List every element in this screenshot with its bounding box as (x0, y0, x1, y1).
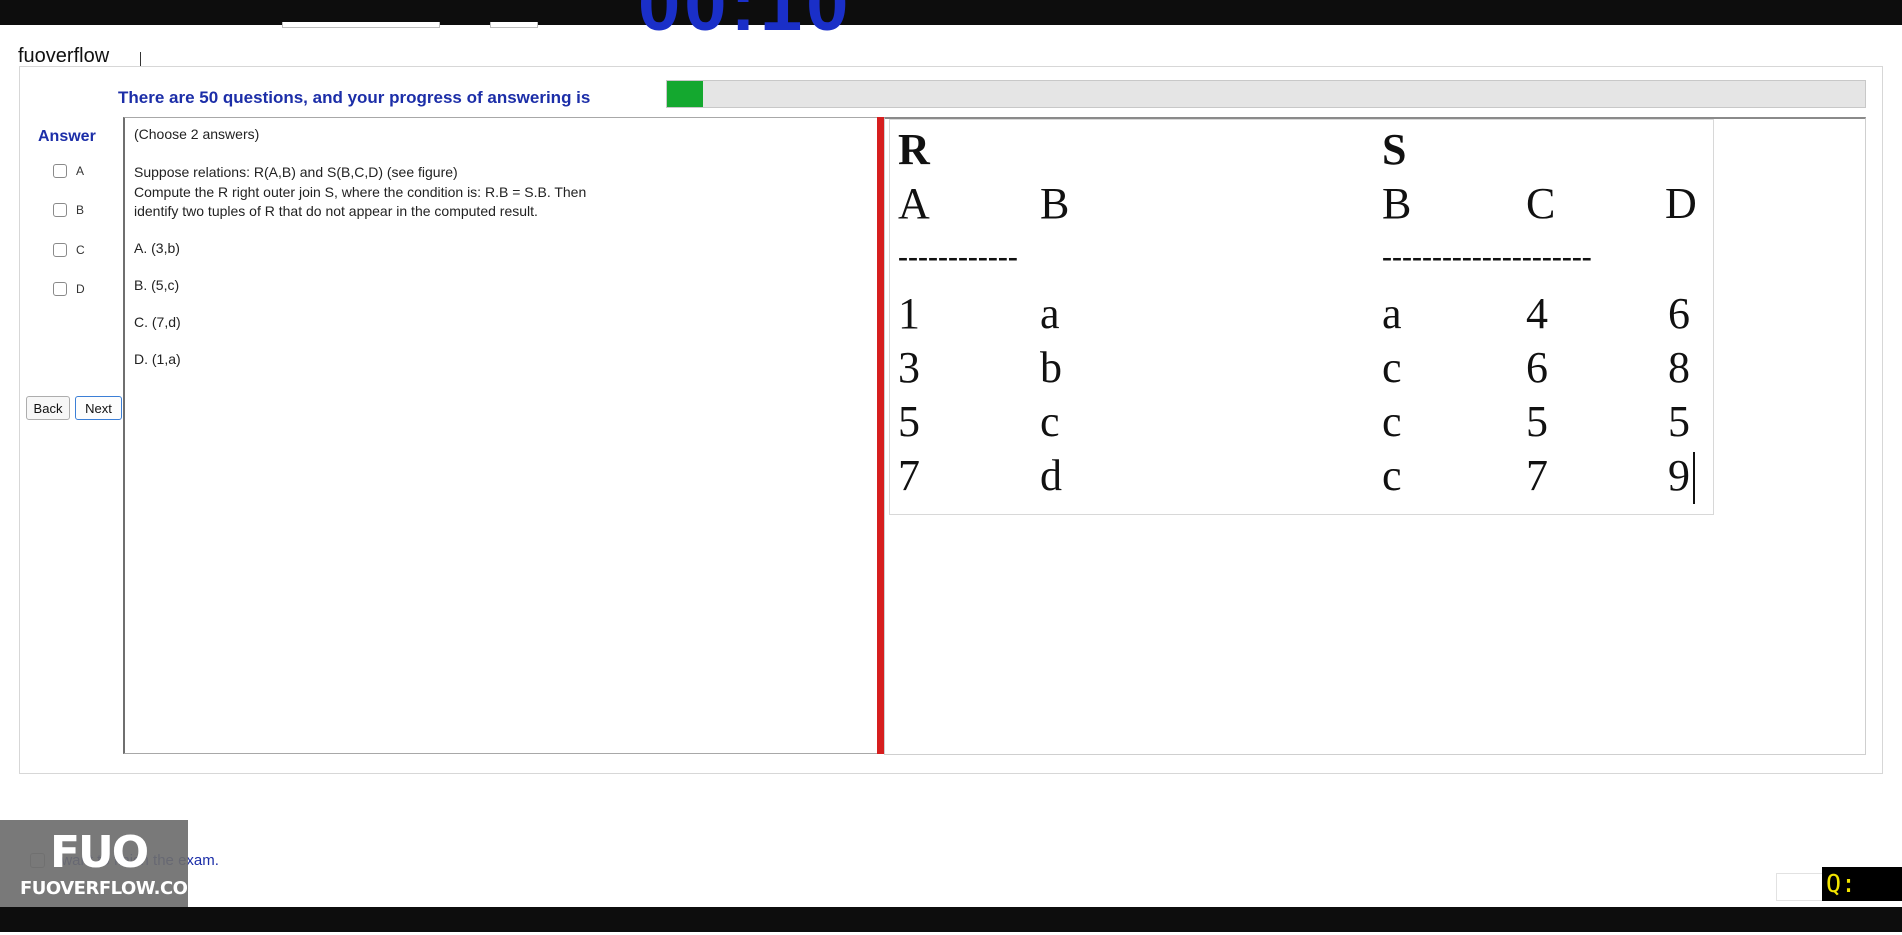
figure-cell: 7 (1526, 451, 1548, 500)
checkbox-d[interactable] (53, 282, 67, 296)
answer-heading: Answer (38, 128, 96, 145)
checkbox-b[interactable] (53, 203, 67, 217)
answer-option-label: C (76, 243, 85, 257)
answer-option-a[interactable]: A (53, 162, 84, 180)
figure-s-title: S (1382, 125, 1407, 174)
question-instruction: (Choose 2 answers) (134, 126, 260, 142)
answer-option-c[interactable]: C (53, 241, 85, 259)
figure-cell: 5 (1526, 397, 1548, 446)
question-text-line: Compute the R right outer join S, where … (134, 184, 587, 200)
figure-cell: d (1040, 451, 1062, 500)
checkbox-c[interactable] (53, 243, 67, 257)
figure-header: D (1665, 179, 1697, 228)
answer-option-label: B (76, 203, 85, 217)
figure-cell: 9 (1668, 451, 1690, 500)
relations-figure (889, 119, 1714, 515)
figure-cell: c (1382, 343, 1402, 392)
figure-header: B (1382, 179, 1412, 228)
figure-cell: 1 (898, 289, 920, 338)
figure-cell: 3 (898, 343, 920, 392)
figure-r-title: R (898, 125, 930, 174)
top-control-stub[interactable] (490, 22, 538, 28)
watermark-logo: FUO FUOVERFLOW.COM (0, 820, 205, 908)
progress-bar (666, 80, 1866, 108)
figure-cell: 5 (898, 397, 920, 446)
figure-cell: c (1382, 397, 1402, 446)
bottom-black-bar (0, 907, 1902, 932)
logo-mark: FUO (50, 827, 149, 878)
answer-option-label: A (76, 164, 85, 178)
question-choice-b: B. (5,c) (134, 277, 180, 293)
figure-header: A (898, 179, 930, 228)
back-button[interactable]: Back (26, 396, 70, 420)
answer-option-b[interactable]: B (53, 201, 84, 219)
username-label: fuoverflow (18, 45, 110, 67)
answer-option-label: D (76, 282, 85, 296)
question-counter: Q: 25 (1822, 867, 1902, 932)
figure-cell: 4 (1526, 289, 1548, 338)
question-choice-c: C. (7,d) (134, 314, 181, 330)
progress-label: There are 50 questions, and your progres… (118, 88, 591, 107)
exam-timer: 00:10 (638, 0, 852, 40)
figure-cell: a (1040, 289, 1060, 338)
figure-cell: c (1382, 451, 1402, 500)
question-text-line: Suppose relations: R(A,B) and S(B,C,D) (… (134, 164, 458, 180)
answer-option-d[interactable]: D (53, 280, 85, 298)
question-counter-box (1776, 873, 1824, 901)
figure-header: C (1526, 179, 1556, 228)
figure-cell: a (1382, 289, 1402, 338)
pane-splitter[interactable] (877, 117, 884, 754)
top-dropdown-stub[interactable] (282, 22, 440, 28)
figure-text-cursor (1693, 452, 1695, 504)
question-text-line: identify two tuples of R that do not app… (134, 203, 538, 219)
checkbox-a[interactable] (53, 164, 67, 178)
logo-text: FUOVERFLOW.COM (20, 878, 205, 899)
figure-cell: 7 (898, 451, 920, 500)
progress-fill (667, 81, 703, 107)
figure-s-separator: --------------------- (1382, 240, 1592, 273)
figure-cell: c (1040, 397, 1060, 446)
figure-cell: 6 (1526, 343, 1548, 392)
figure-cell: b (1040, 343, 1062, 392)
figure-r-separator: ------------ (898, 240, 1018, 273)
question-choice-d: D. (1,a) (134, 351, 181, 367)
figure-cell: 5 (1668, 397, 1690, 446)
next-button[interactable]: Next (75, 396, 122, 420)
figure-cell: 8 (1668, 343, 1690, 392)
figure-cell: 6 (1668, 289, 1690, 338)
question-choice-a: A. (3,b) (134, 240, 180, 256)
figure-header: B (1040, 179, 1070, 228)
